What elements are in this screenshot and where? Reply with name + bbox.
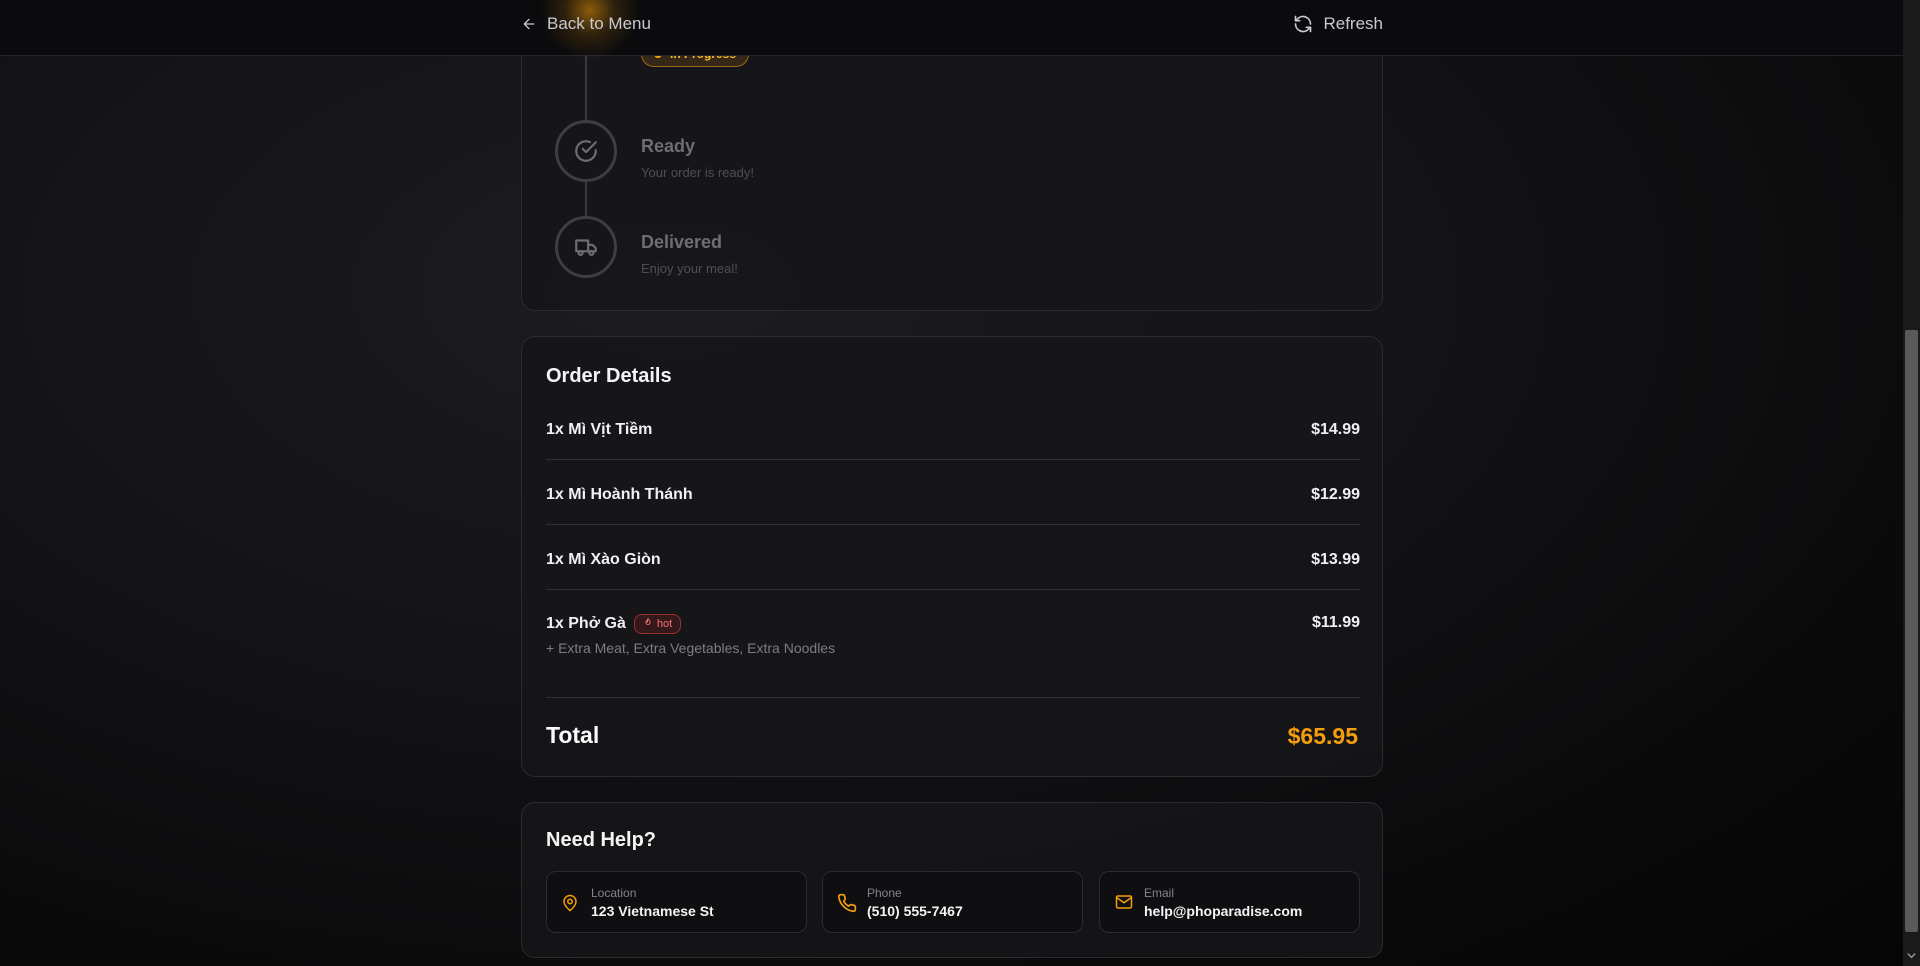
step-delivered-title: Delivered [641, 232, 723, 252]
order-item-name: 1x Phở Gà [546, 615, 626, 632]
scrollbar-thumb[interactable] [1905, 330, 1918, 932]
chevron-down-icon[interactable] [1906, 948, 1917, 959]
phone-icon [837, 893, 857, 918]
order-item: 1x Mì Xào Giòn $13.99 [546, 551, 1360, 590]
total-value: $65.95 [1287, 723, 1358, 749]
back-to-menu-label: Back to Menu [547, 14, 651, 33]
need-help-title: Need Help? [546, 829, 657, 851]
email-label: Email [1144, 886, 1175, 900]
location-contact[interactable]: Location 123 Vietnamese St [546, 871, 807, 933]
order-item-price: $13.99 [1311, 551, 1360, 568]
flame-icon [643, 617, 653, 631]
email-value: help@phoparadise.com [1144, 903, 1303, 919]
step-ready-title: Ready [641, 136, 696, 156]
order-details-title: Order Details [546, 365, 672, 387]
step-delivered-subtitle: Enjoy your meal! [641, 261, 738, 276]
refresh-button[interactable]: Refresh [1293, 14, 1383, 34]
need-help-card: Need Help? Location 123 Vietnamese St Ph… [521, 802, 1383, 958]
order-item: 1x Mì Vịt Tiềm $14.99 [546, 421, 1360, 460]
truck-icon [555, 216, 617, 278]
order-item-name-wrap: 1x Phở Gà hot [546, 614, 682, 634]
order-item-extras: + Extra Meat, Extra Vegetables, Extra No… [546, 640, 836, 656]
order-item-price: $14.99 [1311, 421, 1360, 438]
phone-contact[interactable]: Phone (510) 555-7467 [822, 871, 1083, 933]
step-ready-subtitle: Your order is ready! [641, 165, 754, 180]
order-item-name: 1x Mì Vịt Tiềm [546, 421, 653, 438]
check-circle-icon [555, 120, 617, 182]
order-item-price: $11.99 [1311, 614, 1360, 631]
refresh-label: Refresh [1323, 14, 1383, 33]
top-bar: Back to Menu Refresh [0, 0, 1903, 60]
back-to-menu-button[interactable]: Back to Menu [521, 14, 651, 34]
mail-icon [1114, 893, 1134, 916]
order-item-price: $12.99 [1311, 486, 1360, 503]
total-label: Total [546, 722, 600, 748]
phone-label: Phone [867, 886, 902, 900]
email-contact[interactable]: Email help@phoparadise.com [1099, 871, 1360, 933]
order-item-name: 1x Mì Xào Giòn [546, 551, 661, 568]
phone-value: (510) 555-7467 [867, 903, 963, 919]
arrow-left-icon [521, 16, 537, 32]
order-item: 1x Mì Hoành Thánh $12.99 [546, 486, 1360, 525]
map-pin-icon [561, 893, 579, 918]
order-item: 1x Phở Gà hot $11.99 + Extra Meat, Extra… [546, 614, 1360, 698]
order-details-card: Order Details 1x Mì Vịt Tiềm $14.99 1x M… [521, 336, 1383, 777]
refresh-icon [1293, 14, 1313, 34]
location-label: Location [591, 886, 637, 900]
order-status-page: Back to Menu Refresh In Progress Ready Y… [0, 0, 1903, 966]
hot-tag-label: hot [656, 618, 673, 630]
vertical-scrollbar[interactable] [1903, 0, 1920, 966]
order-item-name: 1x Mì Hoành Thánh [546, 486, 693, 503]
hot-tag: hot [633, 614, 682, 634]
location-value: 123 Vietnamese St [591, 903, 714, 919]
